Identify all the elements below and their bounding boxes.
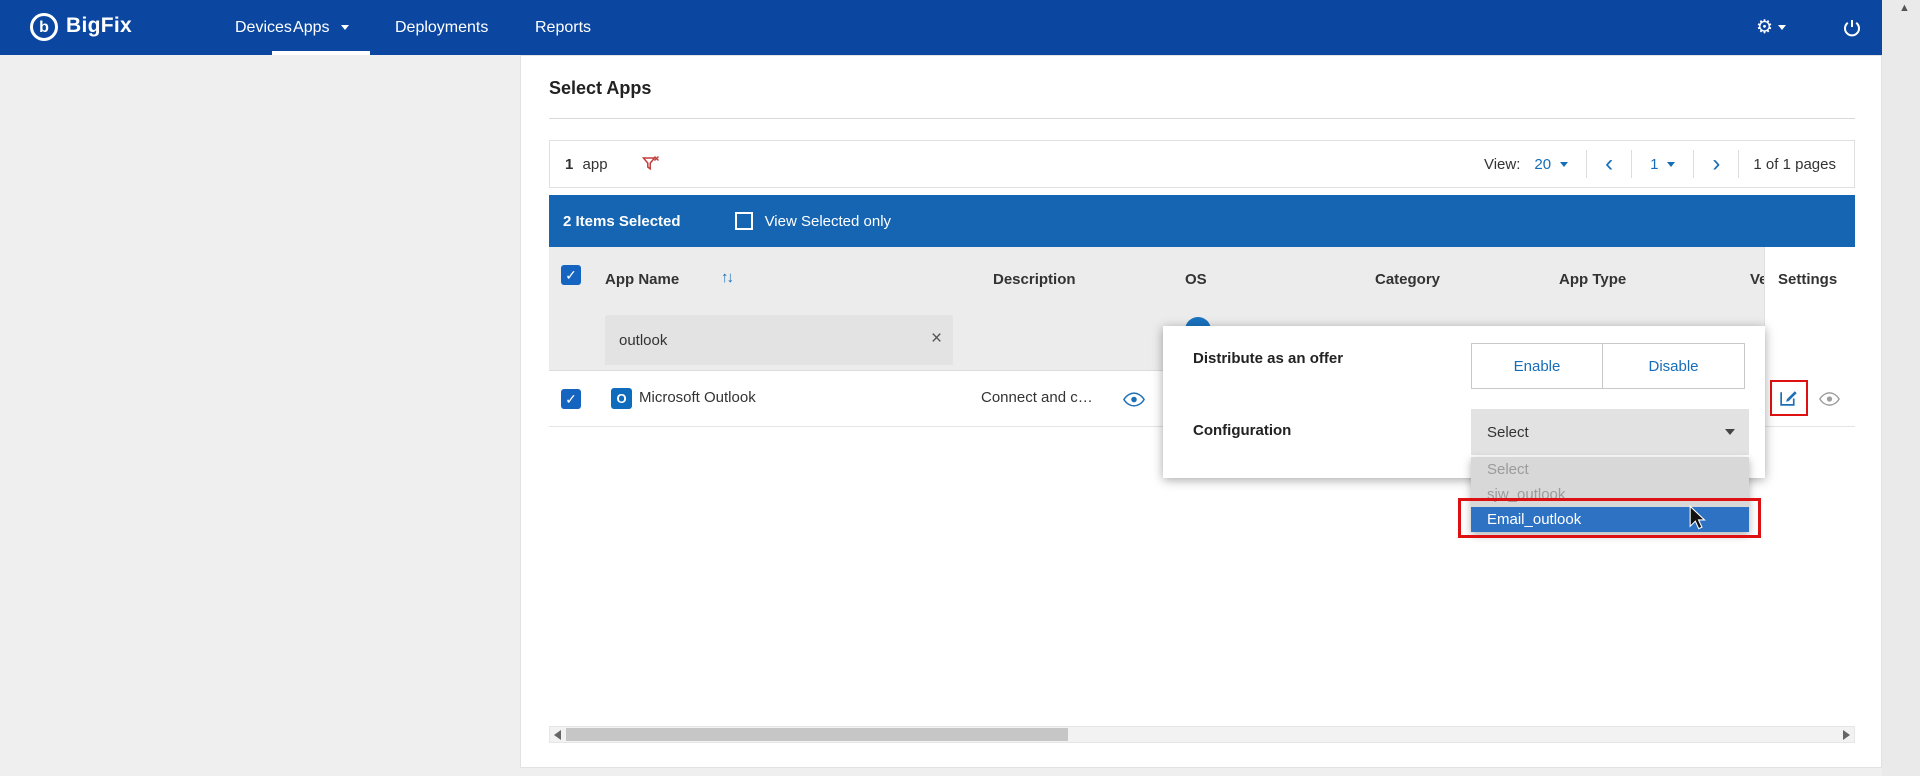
disable-button[interactable]: Disable xyxy=(1602,343,1745,389)
description-cell: Connect and c… xyxy=(981,389,1093,406)
enable-button-label: Enable xyxy=(1514,358,1561,375)
bigfix-logo-icon: b xyxy=(30,13,58,41)
logout-button[interactable] xyxy=(1842,0,1862,55)
configuration-select-value: Select xyxy=(1487,424,1529,441)
nav-reports[interactable]: Reports xyxy=(535,0,591,55)
annotation-box-option xyxy=(1458,498,1761,538)
annotation-box-edit xyxy=(1770,380,1808,416)
settings-column: Settings xyxy=(1764,247,1855,427)
gear-icon: ⚙ xyxy=(1756,16,1773,39)
sort-down-icon: ↓ xyxy=(727,269,733,286)
page-number-value: 1 xyxy=(1650,156,1658,173)
view-settings-icon[interactable] xyxy=(1819,392,1840,406)
app-name-filter-input[interactable] xyxy=(605,315,953,365)
view-selected-only-label: View Selected only xyxy=(765,213,891,230)
chevron-down-icon xyxy=(1778,25,1786,30)
chevron-down-icon xyxy=(1667,162,1675,167)
page-size-value: 20 xyxy=(1534,156,1551,173)
scroll-up-icon[interactable]: ▲ xyxy=(1899,2,1910,14)
row-checkbox[interactable]: ✓ xyxy=(561,389,581,409)
sort-icon[interactable]: ↑↓ xyxy=(721,269,732,286)
next-page-button[interactable]: › xyxy=(1698,149,1734,179)
divider xyxy=(549,118,1855,119)
page-size-dropdown[interactable]: 20 xyxy=(1520,149,1582,179)
nav-apps-label: Apps xyxy=(293,19,329,36)
select-all-checkbox[interactable]: ✓ xyxy=(561,265,581,285)
app-count: 1 app xyxy=(565,156,608,173)
previous-page-button[interactable]: ‹ xyxy=(1591,149,1627,179)
configuration-select[interactable]: Select xyxy=(1471,409,1749,455)
vertical-scrollbar[interactable]: ▲ xyxy=(1882,0,1920,776)
table-toolbar: 1 app View: 20 ‹ 1 › 1 of 1 p xyxy=(549,140,1855,188)
page-number-dropdown[interactable]: 1 xyxy=(1636,149,1689,179)
column-app-type[interactable]: App Type xyxy=(1559,271,1626,288)
nav-deployments[interactable]: Deployments xyxy=(395,0,488,55)
brand-name[interactable]: BigFix xyxy=(66,14,132,38)
divider xyxy=(1631,150,1632,178)
scroll-right-icon[interactable] xyxy=(1843,730,1850,740)
power-icon xyxy=(1842,18,1862,38)
outlook-app-icon: O xyxy=(611,388,632,409)
selection-bar: 2 Items Selected View Selected only xyxy=(549,195,1855,247)
view-description-icon[interactable] xyxy=(1123,392,1145,407)
enable-button[interactable]: Enable xyxy=(1471,343,1603,389)
scrollbar-thumb[interactable] xyxy=(566,728,1068,741)
filter-clear-icon[interactable] xyxy=(642,155,660,173)
divider xyxy=(1738,150,1739,178)
page-title: Select Apps xyxy=(549,78,651,99)
app-count-suffix: app xyxy=(583,156,608,173)
horizontal-scrollbar[interactable] xyxy=(549,726,1855,743)
select-apps-panel: Select Apps 1 app View: 20 ‹ 1 xyxy=(520,55,1882,768)
view-label: View: xyxy=(1484,156,1520,173)
scroll-left-icon[interactable] xyxy=(554,730,561,740)
nav-reports-label: Reports xyxy=(535,19,591,36)
column-category[interactable]: Category xyxy=(1375,271,1440,288)
distribute-offer-label: Distribute as an offer xyxy=(1193,350,1343,367)
disable-button-label: Disable xyxy=(1648,358,1698,375)
app-name-cell: Microsoft Outlook xyxy=(639,389,756,406)
top-navigation: b BigFix Devices Apps Deployments Report… xyxy=(0,0,1882,55)
column-os[interactable]: OS xyxy=(1185,271,1207,288)
column-app-name[interactable]: App Name xyxy=(605,271,679,288)
dropdown-option-select[interactable]: Select xyxy=(1471,457,1749,482)
clear-filter-icon[interactable]: × xyxy=(931,328,942,350)
configuration-label: Configuration xyxy=(1193,422,1291,439)
view-selected-only-checkbox[interactable] xyxy=(735,212,753,230)
chevron-down-icon xyxy=(1725,429,1735,435)
divider xyxy=(1693,150,1694,178)
settings-menu[interactable]: ⚙ xyxy=(1756,0,1786,55)
chevron-down-icon xyxy=(1560,162,1568,167)
divider xyxy=(1586,150,1587,178)
nav-apps[interactable]: Apps xyxy=(272,0,370,55)
items-selected-text: 2 Items Selected xyxy=(563,213,681,230)
column-description[interactable]: Description xyxy=(993,271,1076,288)
column-settings: Settings xyxy=(1778,271,1837,288)
app-count-number: 1 xyxy=(565,156,573,173)
nav-deployments-label: Deployments xyxy=(395,19,488,36)
pages-info: 1 of 1 pages xyxy=(1753,156,1836,173)
chevron-down-icon xyxy=(341,25,349,30)
